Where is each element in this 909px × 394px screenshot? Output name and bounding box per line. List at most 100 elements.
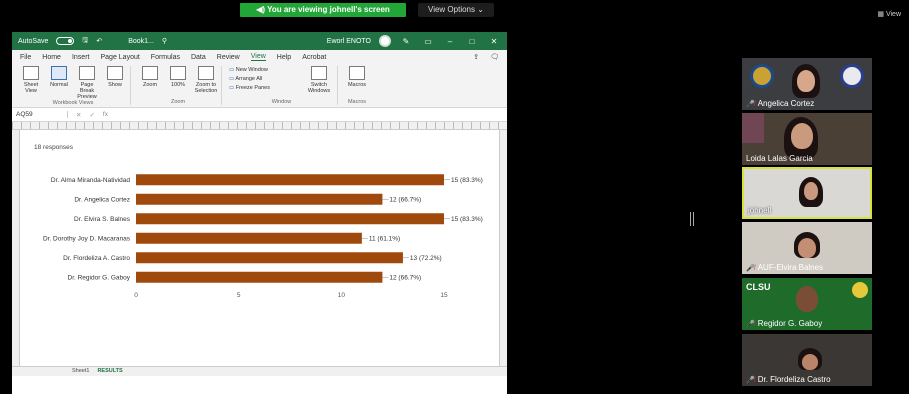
responses-count: 18 responses — [34, 144, 74, 151]
zoom-button[interactable]: Zoom — [138, 66, 162, 99]
page-break-icon — [79, 66, 95, 80]
x-tick-label: 10 — [338, 292, 346, 299]
category-label: Dr. Elvira S. Balnes — [74, 216, 131, 223]
zoom-100-button[interactable]: 100% — [166, 66, 190, 99]
category-label: Dr. Angelica Cortez — [74, 196, 130, 203]
seal-logo — [750, 64, 774, 88]
close-icon[interactable]: ✕ — [487, 37, 501, 46]
macros-button[interactable]: Macros — [345, 66, 369, 99]
arrange-all-button[interactable]: Arrange All — [229, 76, 270, 82]
show-button[interactable]: Show — [103, 66, 127, 100]
category-label: Dr. Regidor G. Gaboy — [68, 274, 131, 281]
zoom-to-selection-button[interactable]: Zoom to Selection — [194, 66, 218, 99]
sheet-tab-results[interactable]: RESULTS — [97, 366, 122, 376]
participant-tile-loida-garcia[interactable]: Loida Lalas Garcia — [742, 113, 872, 165]
participant-name: Loida Lalas Garcia — [746, 154, 813, 163]
tab-formulas[interactable]: Formulas — [151, 54, 180, 61]
x-tick-label: 0 — [134, 292, 138, 299]
group-label: Window — [271, 99, 292, 105]
tab-review[interactable]: Review — [217, 54, 240, 61]
participant-name: Dr. Flordeliza Castro — [757, 375, 831, 384]
participant-tile-flordeliza-castro[interactable]: 🎤̸ Dr. Flordeliza Castro — [742, 334, 872, 386]
new-window-button[interactable]: New Window — [229, 67, 270, 73]
mic-muted-icon: 🎤̸ — [746, 101, 755, 108]
user-avatar[interactable] — [379, 35, 391, 47]
tab-data[interactable]: Data — [191, 54, 206, 61]
macros-icon — [348, 66, 365, 80]
participant-name: Angelica Cortez — [757, 99, 815, 108]
tab-acrobat[interactable]: Acrobat — [302, 54, 326, 61]
sheet-view-button[interactable]: Sheet View — [19, 66, 43, 100]
gallery-view-button[interactable]: ▦ View — [877, 10, 901, 18]
flowers-background — [742, 113, 764, 143]
comments-icon[interactable]: 🗨 — [490, 53, 499, 61]
page-break-preview-button[interactable]: Page Break Preview — [75, 66, 99, 100]
autosave-label: AutoSave — [18, 37, 49, 45]
seal-logo — [852, 282, 868, 298]
cancel-icon[interactable]: ✕ — [76, 111, 81, 119]
group-zoom: Zoom 100% Zoom to Selection Zoom — [135, 66, 222, 105]
ribbon-display-icon[interactable]: ▭ — [421, 37, 435, 46]
autosave-toggle[interactable] — [56, 37, 75, 45]
tab-view[interactable]: View — [250, 53, 266, 61]
freeze-panes-button[interactable]: Freeze Panes — [229, 85, 270, 91]
fx-icon[interactable]: fx — [103, 111, 108, 118]
enter-icon[interactable]: ✓ — [89, 111, 94, 119]
participant-name: johnell — [748, 206, 772, 215]
data-label: 12 (66.7%) — [389, 274, 421, 281]
group-workbook-views: Sheet View Normal Page Break Preview Sho… — [16, 66, 131, 106]
worksheet-area[interactable]: Dr. Alma Miranda-Natividad 15 (83.3%) Dr. … — [12, 130, 507, 376]
group-macros: Macros Macros — [342, 66, 372, 105]
participant-tile-elvira-balnes[interactable]: 🎤̸ AUF-Elvira Balnes — [742, 222, 872, 274]
data-label: 11 (61.1%) — [369, 235, 400, 242]
column-headers — [12, 122, 507, 130]
category-label: Dr. Dorothy Joy D. Macaranas — [43, 235, 131, 242]
tab-page-layout[interactable]: Page Layout — [100, 54, 139, 61]
bar — [136, 232, 362, 244]
pen-icon[interactable]: ✎ — [399, 37, 413, 46]
participant-tile-regidor-gaboy[interactable]: CLSU 🎤̸ Regidor G. Gaboy — [742, 278, 872, 330]
group-window: New Window Arrange All Freeze Panes Swit… — [226, 66, 338, 105]
minimize-icon[interactable]: – — [443, 37, 457, 46]
bar — [136, 213, 444, 225]
speaker-icon: ◀) — [256, 5, 266, 14]
tab-insert[interactable]: Insert — [72, 54, 90, 61]
bar-chart: Dr. Alma Miranda-Natividad 15 (83.3%) Dr. … — [43, 174, 483, 299]
data-label: 15 (83.3%) — [451, 177, 483, 184]
view-options-button[interactable]: View Options ⌄ — [418, 3, 494, 17]
undo-icon[interactable]: ↶ — [96, 37, 102, 45]
grid-icon — [51, 66, 67, 80]
tab-file[interactable]: File — [20, 54, 31, 61]
data-label: 13 (72.2%) — [410, 255, 442, 262]
share-icon[interactable]: ⇪ — [473, 53, 479, 61]
group-label: Zoom — [170, 99, 186, 105]
category-label: Dr. Alma Miranda-Natividad — [51, 177, 130, 184]
book-title: Book1... — [128, 37, 154, 45]
save-icon[interactable]: 🖫 — [82, 36, 88, 47]
sheet-tab-sheet1[interactable]: Sheet1 — [72, 366, 89, 376]
participant-tile-angelica-cortez[interactable]: 🎤̸ Angelica Cortez — [742, 58, 872, 110]
bar — [136, 252, 403, 264]
participant-name: Regidor G. Gaboy — [757, 319, 823, 328]
vertical-scrollbar[interactable] — [499, 130, 507, 376]
switch-windows-button[interactable]: Switch Windows — [304, 66, 334, 99]
mic-muted-icon: 🎤̸ — [746, 377, 755, 384]
tab-home[interactable]: Home — [42, 54, 61, 61]
panel-resize-handle[interactable] — [690, 212, 694, 226]
user-name: Eworl ENOTO — [326, 37, 371, 45]
shared-excel-window: AutoSave 🖫 ↶ Book1... ⚲ Eworl ENOTO ✎ ▭ … — [12, 32, 507, 394]
zoom-selection-icon — [198, 66, 214, 80]
search-icon[interactable]: ⚲ — [162, 37, 167, 45]
zoom-100-icon — [170, 66, 186, 80]
excel-titlebar: AutoSave 🖫 ↶ Book1... ⚲ Eworl ENOTO ✎ ▭ … — [12, 32, 507, 50]
eye-icon — [23, 66, 39, 80]
maximize-icon[interactable]: □ — [465, 37, 479, 46]
normal-view-button[interactable]: Normal — [47, 66, 71, 100]
x-tick-label: 15 — [440, 292, 448, 299]
ribbon-tabs: File Home Insert Page Layout Formulas Da… — [12, 50, 507, 64]
name-box[interactable]: AQ59 — [16, 111, 68, 118]
participant-tile-johnell[interactable]: johnell — [742, 167, 872, 219]
share-banner-text: You are viewing johnell's screen — [267, 5, 390, 14]
switch-windows-icon — [310, 66, 327, 80]
tab-help[interactable]: Help — [277, 54, 291, 61]
